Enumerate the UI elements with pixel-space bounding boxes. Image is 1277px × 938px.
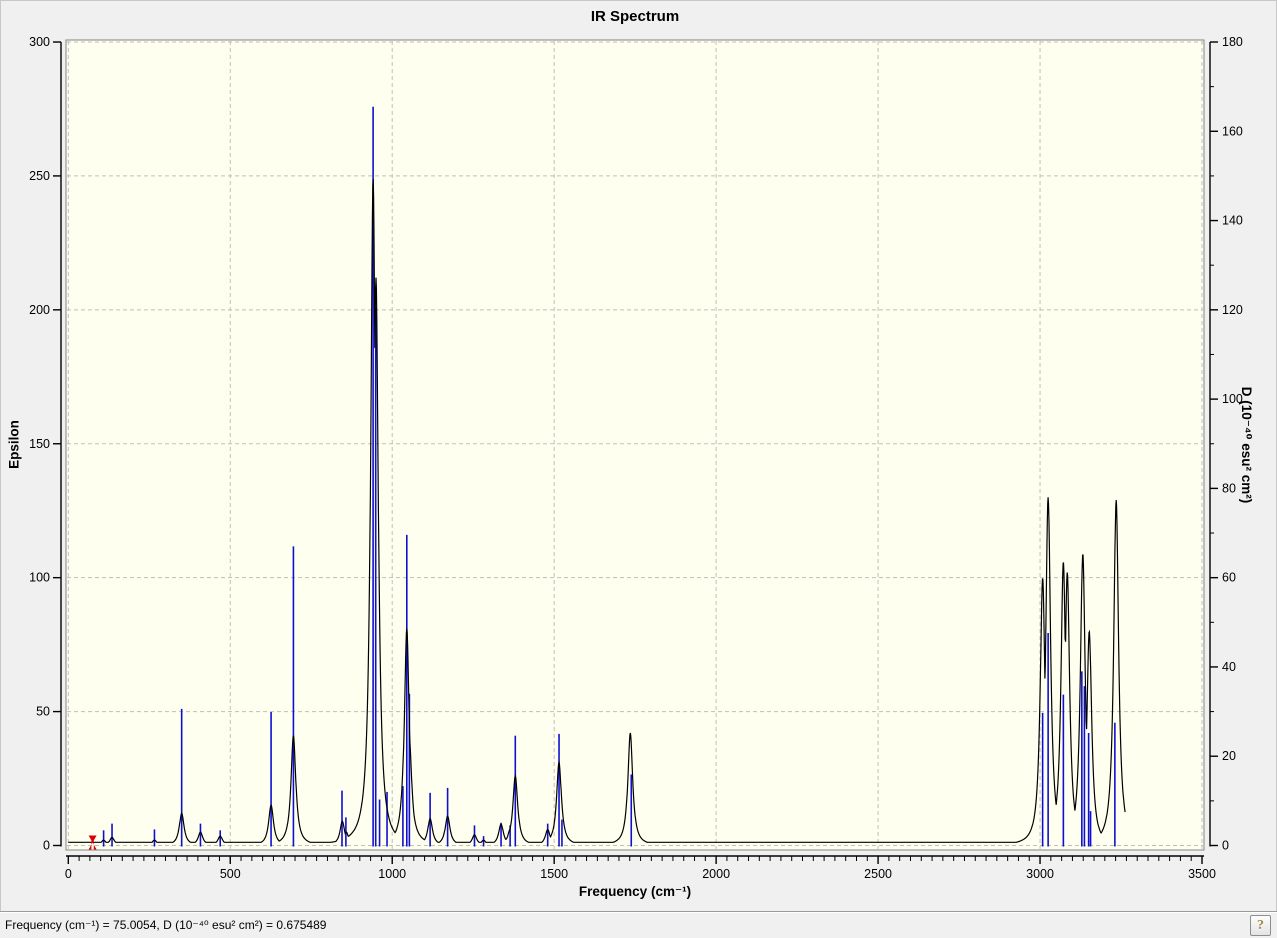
left-tick-label: 200: [29, 303, 50, 317]
x-tick-label: 2500: [864, 867, 892, 881]
x-tick-label: 1000: [378, 867, 406, 881]
left-tick-label: 150: [29, 437, 50, 451]
left-axis-title: Epsilon: [6, 420, 22, 469]
help-button[interactable]: ?: [1250, 915, 1271, 936]
status-bar: Frequency (cm⁻¹) = 75.0054, D (10⁻⁴⁰ esu…: [0, 911, 1277, 938]
x-tick-label: 0: [65, 867, 72, 881]
cursor-readout: Frequency (cm⁻¹) = 75.0054, D (10⁻⁴⁰ esu…: [5, 918, 327, 932]
x-tick-label: 2000: [702, 867, 730, 881]
right-tick-label: 80: [1222, 481, 1236, 495]
right-axis-title: D (10⁻⁴⁰ esu² cm²): [1239, 386, 1254, 504]
left-tick-label: 250: [29, 169, 50, 183]
left-tick-label: 100: [29, 571, 50, 585]
x-axis-title: Frequency (cm⁻¹): [578, 884, 692, 899]
right-tick-label: 180: [1222, 35, 1243, 49]
x-tick-label: 1500: [540, 867, 568, 881]
ir-spectrum-chart: IR Spectrum 0 500 1000 1500 2000 2500 3000 3500…: [0, 0, 1277, 911]
x-tick-label: 3000: [1026, 867, 1054, 881]
plot-frame: [65, 39, 1205, 851]
plot-canvas[interactable]: 0 500 1000 1500 2000 2500 3000 3500050100150200…: [0, 0, 1277, 911]
x-tick-label: 3500: [1188, 867, 1216, 881]
right-tick-label: 140: [1222, 214, 1243, 228]
right-tick-label: 160: [1222, 124, 1243, 138]
right-tick-label: 20: [1222, 749, 1236, 763]
right-tick-label: 40: [1222, 660, 1236, 674]
x-tick-label: 500: [220, 867, 241, 881]
right-tick-label: 60: [1222, 571, 1236, 585]
left-tick-label: 300: [29, 35, 50, 49]
help-icon: ?: [1257, 917, 1264, 933]
right-tick-label: 0: [1222, 839, 1229, 853]
left-tick-label: 0: [43, 839, 50, 853]
ir-spectrum-window: IR Spectrum 0 500 1000 1500 2000 2500 3000 3500…: [0, 0, 1277, 938]
left-tick-label: 50: [36, 705, 50, 719]
